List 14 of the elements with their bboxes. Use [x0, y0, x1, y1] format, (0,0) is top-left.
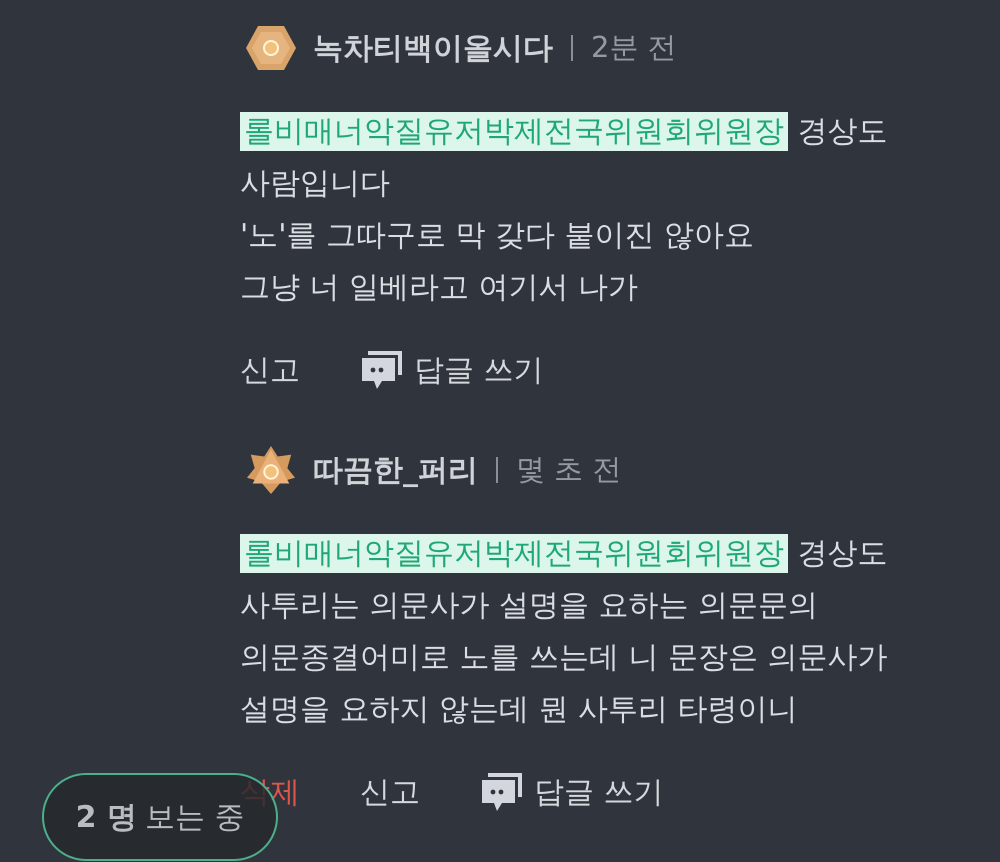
author-name[interactable]: 따끔한_퍼리	[313, 450, 478, 490]
comment-text: 롤비매너악질유저박제전국위원회위원장 경상도 사투리는 의문사가 설명을 요하는 의문문의 의문종결어미로 노를 쓰는데 니 문장은 의문사가 설명을 요하지 않는데 뭔 사투리 타령이니	[240, 533, 889, 729]
author-name[interactable]: 녹차티백이올시다	[313, 28, 553, 68]
chat-bubble-icon	[360, 349, 404, 391]
timestamp: 몇 초 전	[516, 451, 622, 488]
timestamp: 2분 전	[591, 29, 677, 66]
chat-bubble-icon	[480, 771, 524, 813]
comment-text: 롤비매너악질유저박제전국위원회위원장 경상도 사람입니다 '노'를 그따구로 막 갖다 붙이진 않아요 그냥 너 일베라고 여기서 나가	[240, 111, 889, 307]
report-button[interactable]: 신고	[240, 350, 300, 390]
report-button[interactable]: 신고	[360, 772, 420, 812]
reply-button[interactable]: 답글 쓰기	[360, 349, 544, 391]
hexagon-badge-icon	[245, 23, 297, 73]
star-badge-icon	[245, 445, 297, 495]
reply-button[interactable]: 답글 쓰기	[480, 771, 664, 813]
